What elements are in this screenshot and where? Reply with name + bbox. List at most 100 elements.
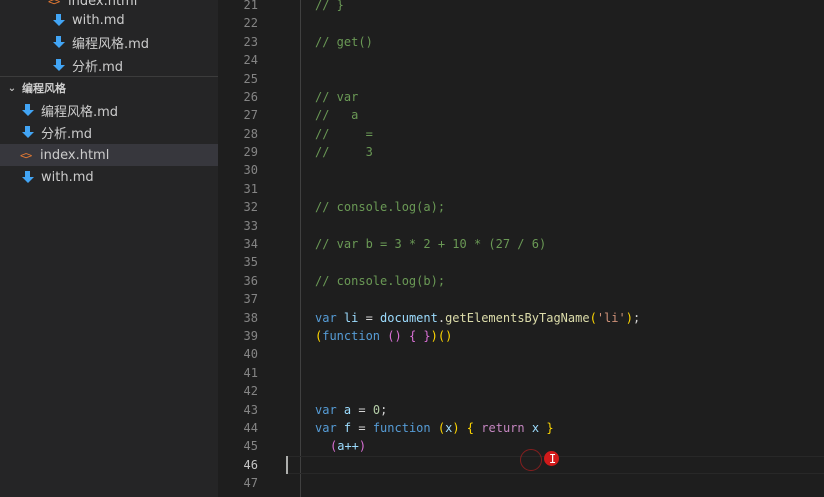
token-keyword: var <box>315 403 337 417</box>
line-number: 39 <box>243 329 258 343</box>
line-number: 44 <box>243 421 258 435</box>
tree-item-label: index.html <box>68 0 138 9</box>
markdown-file-icon <box>52 35 66 49</box>
token-identifier: li <box>336 311 366 325</box>
token-brace: { } <box>408 329 431 343</box>
line-number: 25 <box>243 72 258 86</box>
token-paren: () <box>437 329 453 343</box>
line-number: 35 <box>243 255 258 269</box>
line-number: 45 <box>243 439 258 453</box>
token-keyword: var <box>315 421 337 435</box>
token-operator: = <box>358 421 373 435</box>
token-dot: . <box>437 311 446 325</box>
code-line-28: // = <box>315 127 373 141</box>
chevron-down-icon: ⌄ <box>7 82 17 94</box>
token-keyword: function <box>322 329 381 343</box>
code-line-32: // console.log(a); <box>315 200 446 214</box>
code-line-26: // var <box>315 90 359 104</box>
line-number: 22 <box>243 16 258 30</box>
token-semicolon: ; <box>632 311 641 325</box>
code-line-44: var f = function (x) { return x } <box>315 419 554 437</box>
markdown-file-icon <box>21 125 35 139</box>
token-keyword: var <box>315 311 337 325</box>
token-expression: a++ <box>337 439 359 453</box>
text-cursor <box>286 456 288 474</box>
code-line-21: // } <box>315 0 344 12</box>
tree-item-label: with.md <box>41 169 94 185</box>
line-number: 38 <box>243 311 258 325</box>
line-number: 31 <box>243 182 258 196</box>
line-number: 26 <box>243 90 258 104</box>
code-editor[interactable]: 21 22 23 24 25 26 27 28 29 30 31 32 33 3… <box>218 0 824 497</box>
token-paren: ) <box>625 311 633 325</box>
tree-item-label: 编程风格.md <box>41 104 119 120</box>
tree-item-label: index.html <box>40 147 110 163</box>
line-number: 21 <box>243 0 258 12</box>
indent-guide <box>300 0 301 497</box>
token-brace: } <box>546 421 554 435</box>
token-brace: { <box>466 421 475 435</box>
click-indicator-ring <box>520 449 542 471</box>
code-line-39: (function () { })() <box>315 327 452 345</box>
token-paren: ) <box>452 421 460 435</box>
token-paren: () <box>387 329 402 343</box>
code-line-34: // var b = 3 * 2 + 10 * (27 / 6) <box>315 237 547 251</box>
code-line-23: // get() <box>315 35 373 49</box>
tree-item-index-html-2[interactable]: <> index.html <box>0 144 218 166</box>
tree-item-label: with.md <box>72 12 125 28</box>
line-number: 23 <box>243 35 258 49</box>
token-paren: ( <box>589 311 597 325</box>
line-number: 36 <box>243 274 258 288</box>
token-method: getElementsByTagName <box>445 311 590 325</box>
token-identifier: f <box>336 421 359 435</box>
token-return: return <box>481 421 525 435</box>
ibeam-cursor-icon: I <box>549 452 557 466</box>
line-number: 37 <box>243 292 258 306</box>
code-line-29: // 3 <box>315 145 373 159</box>
token-keyword: function <box>372 421 431 435</box>
tree-item-label: 分析.md <box>41 126 93 142</box>
tree-item-with-md-2[interactable]: with.md <box>0 166 218 188</box>
line-number: 24 <box>243 53 258 67</box>
explorer-sidebar: <> index.html with.md 编程风格.md 分析.md ⌄ 编程… <box>0 0 218 497</box>
markdown-file-icon <box>52 13 66 27</box>
token-paren: ( <box>437 421 446 435</box>
line-number: 29 <box>243 145 258 159</box>
line-number: 32 <box>243 200 258 214</box>
tree-item-style-md-2[interactable]: 编程风格.md <box>0 99 218 121</box>
markdown-file-icon <box>21 170 35 184</box>
line-number: 47 <box>243 476 258 490</box>
line-number: 33 <box>243 219 258 233</box>
token-object: document <box>380 311 438 325</box>
token-operator: = <box>358 403 373 417</box>
tree-item-analysis-md[interactable]: 分析.md <box>0 54 218 76</box>
line-number: 30 <box>243 163 258 177</box>
code-line-27: // a <box>315 108 359 122</box>
line-number: 40 <box>243 347 258 361</box>
markdown-file-icon <box>21 103 35 117</box>
token-semicolon: ; <box>380 403 388 417</box>
line-number: 28 <box>243 127 258 141</box>
code-line-38: var li = document.getElementsByTagName('… <box>315 309 640 327</box>
code-line-43: var a = 0; <box>315 401 387 419</box>
tree-item-label: 编程风格.md <box>72 36 150 52</box>
folder-label: 编程风格 <box>22 82 66 95</box>
tree-item-label: 分析.md <box>72 59 124 75</box>
html-file-icon: <> <box>20 148 32 162</box>
tree-item-with-md[interactable]: with.md <box>0 9 218 31</box>
line-number: 43 <box>243 403 258 417</box>
token-identifier: x <box>531 421 540 435</box>
html-file-icon: <> <box>48 0 60 8</box>
line-number: 27 <box>243 108 258 122</box>
line-number-active: 46 <box>243 458 258 472</box>
code-line-45: (a++) <box>330 437 366 455</box>
tree-item-style-md[interactable]: 编程风格.md <box>0 31 218 53</box>
tree-item-analysis-md-2[interactable]: 分析.md <box>0 121 218 143</box>
token-paren: ) <box>430 329 438 343</box>
line-number: 42 <box>243 384 258 398</box>
token-number: 0 <box>372 403 381 417</box>
tree-folder-style[interactable]: ⌄ 编程风格 <box>0 77 218 99</box>
